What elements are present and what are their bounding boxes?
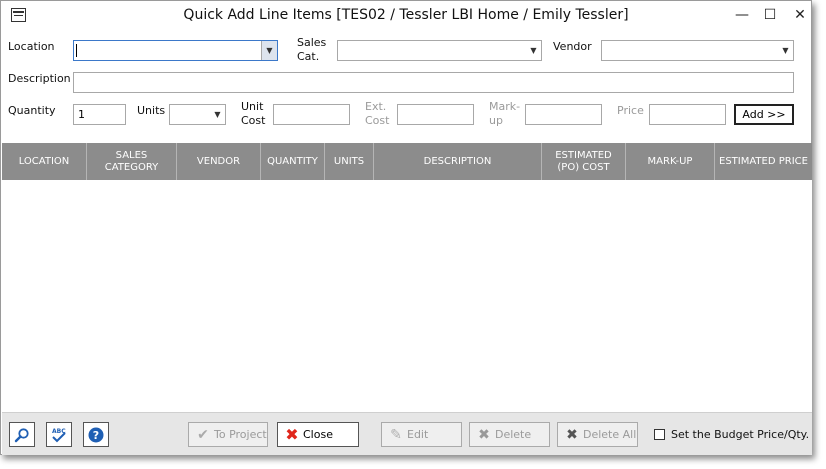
close-label: Close (303, 428, 333, 441)
close-button[interactable]: ✖ Close (277, 422, 359, 447)
vendor-label: Vendor (553, 40, 592, 53)
grid-body[interactable] (2, 180, 812, 412)
search-button[interactable] (9, 422, 35, 447)
budget-checkbox[interactable] (654, 429, 665, 440)
title-bar: Quick Add Line Items [TES02 / Tessler LB… (1, 1, 811, 31)
add-button[interactable]: Add >> (734, 104, 794, 125)
maximize-button[interactable]: ☐ (758, 5, 782, 25)
delete-all-button[interactable]: ✖ Delete All (557, 422, 638, 447)
x-icon: ✖ (478, 426, 490, 443)
column-header-vendor[interactable]: VENDOR (177, 143, 261, 180)
unit-cost-field[interactable] (273, 104, 350, 125)
chevron-down-icon[interactable]: ▼ (261, 41, 277, 60)
units-dropdown[interactable]: ▼ (169, 104, 226, 125)
spell-check-button[interactable]: ABC (46, 422, 72, 447)
quick-add-window: Quick Add Line Items [TES02 / Tessler LB… (0, 0, 812, 455)
unit-cost-label-line2: Cost (241, 114, 266, 127)
chevron-down-icon[interactable]: ▼ (526, 41, 541, 60)
pencil-icon: ✎ (390, 426, 402, 443)
to-project-label: To Project (214, 428, 267, 441)
location-dropdown[interactable]: ▼ (73, 40, 278, 61)
units-label: Units (137, 104, 166, 117)
column-header-sales-category[interactable]: SALES CATEGORY (87, 143, 177, 180)
sales-cat-label-line2: Cat. (297, 50, 320, 63)
price-label: Price (617, 104, 644, 117)
text-caret (76, 44, 77, 57)
unit-cost-label-line1: Unit (241, 100, 264, 113)
magnifier-icon (14, 427, 29, 442)
to-project-button[interactable]: ✔ To Project (188, 422, 268, 447)
minimize-button[interactable]: — (730, 5, 754, 25)
edit-label: Edit (407, 428, 429, 441)
column-header-estimated-po-cost[interactable]: ESTIMATED (PO) COST (542, 143, 626, 180)
location-label: Location (8, 40, 55, 53)
sales-cat-label: Sales Cat. (297, 36, 326, 64)
x-exclamation-icon: ✖ (566, 426, 578, 443)
chevron-down-icon[interactable]: ▼ (210, 105, 225, 124)
close-window-button[interactable]: ✕ (788, 5, 812, 25)
sales-cat-label-line1: Sales (297, 36, 327, 49)
column-header-description[interactable]: DESCRIPTION (374, 143, 542, 180)
spellcheck-icon: ABC (52, 428, 66, 442)
quantity-label: Quantity (8, 104, 56, 117)
checkmark-icon: ✔ (197, 426, 209, 443)
delete-button[interactable]: ✖ Delete (469, 422, 550, 447)
markup-field[interactable] (525, 104, 602, 125)
svg-text:?: ? (93, 429, 99, 442)
chevron-down-icon[interactable]: ▼ (778, 41, 793, 60)
edit-button[interactable]: ✎ Edit (381, 422, 462, 447)
column-header-estimated-price[interactable]: ESTIMATED PRICE (715, 143, 812, 180)
markup-label: Mark- up (489, 100, 520, 128)
column-header-quantity[interactable]: QUANTITY (261, 143, 325, 180)
window-title: Quick Add Line Items [TES02 / Tessler LB… (183, 7, 629, 23)
delete-label: Delete (495, 428, 532, 441)
markup-label-line1: Mark- (489, 100, 521, 113)
ext-cost-label-line2: Cost (365, 114, 390, 127)
column-header-units[interactable]: UNITS (325, 143, 374, 180)
help-icon: ? (88, 427, 104, 442)
quantity-field[interactable]: 1 (73, 104, 126, 125)
description-label: Description (8, 72, 71, 85)
markup-label-line2: up (489, 114, 503, 127)
column-header-location[interactable]: LOCATION (2, 143, 87, 180)
budget-checkbox-label[interactable]: Set the Budget Price/Qty. (671, 428, 809, 442)
ext-cost-label-line1: Ext. (365, 100, 387, 113)
ext-cost-label: Ext. Cost (365, 100, 389, 128)
red-x-icon: ✖ (285, 425, 299, 444)
vendor-dropdown[interactable]: ▼ (601, 40, 794, 61)
grid-header: LOCATION SALES CATEGORY VENDOR QUANTITY … (2, 143, 812, 180)
description-field[interactable] (73, 72, 794, 93)
column-header-markup[interactable]: MARK-UP (626, 143, 715, 180)
sales-category-dropdown[interactable]: ▼ (337, 40, 542, 61)
ext-cost-field[interactable] (397, 104, 474, 125)
help-button[interactable]: ? (83, 422, 109, 447)
delete-all-label: Delete All (583, 428, 637, 441)
unit-cost-label: Unit Cost (241, 100, 265, 128)
price-field[interactable] (649, 104, 726, 125)
